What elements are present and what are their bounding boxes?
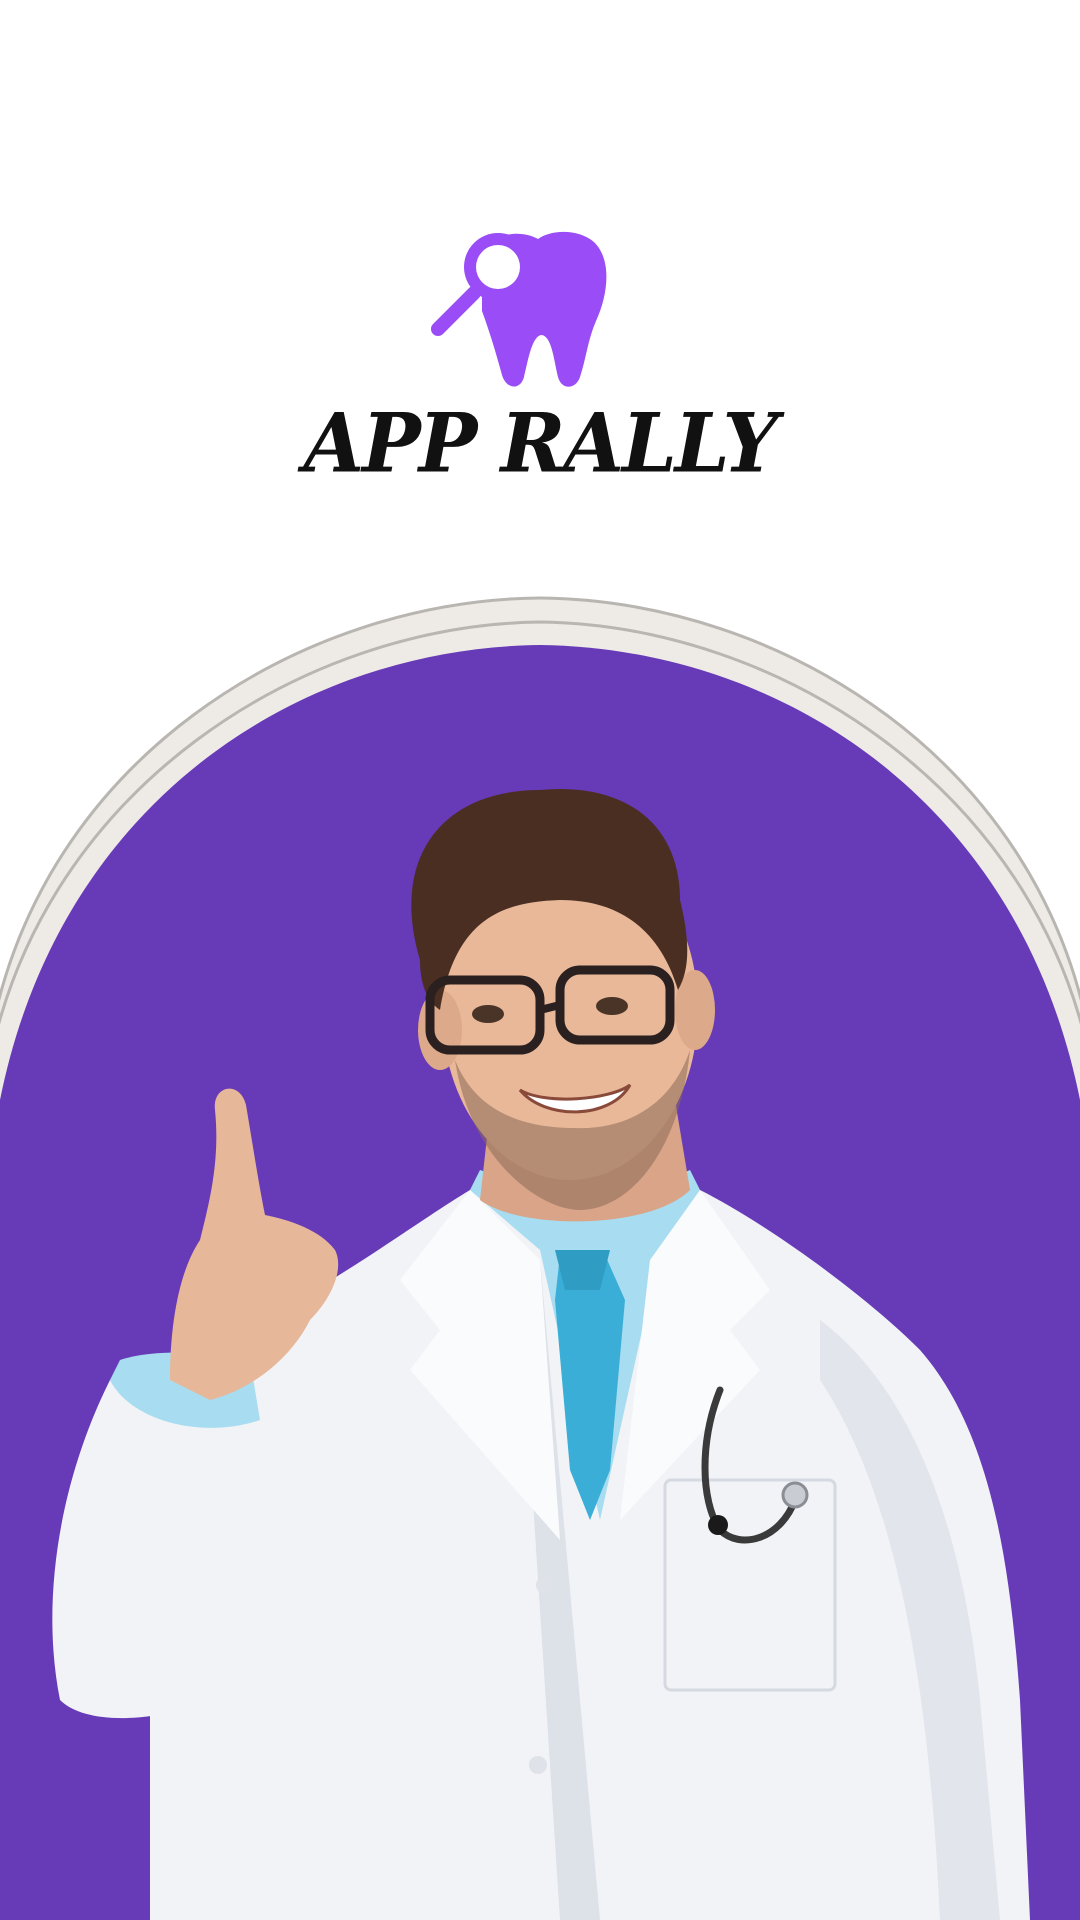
hero-illustration bbox=[0, 596, 1080, 1920]
splash-screen: APP RALLY bbox=[0, 0, 1080, 1920]
